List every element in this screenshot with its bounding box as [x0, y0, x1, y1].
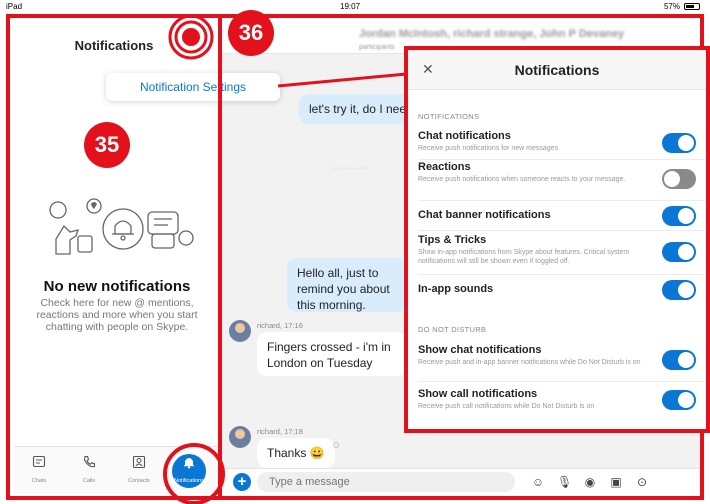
settings-title: Notifications: [514, 62, 600, 78]
message-bubble[interactable]: Hello all, just to remind you about this…: [287, 258, 407, 312]
tab-notifications-label: Notifications: [174, 478, 204, 484]
tab-contacts-label: Contacts: [128, 478, 150, 484]
setting-title: Chat banner notifications: [418, 209, 551, 221]
message-input[interactable]: [257, 472, 515, 492]
image-icon[interactable]: ▣: [609, 475, 623, 489]
settings-target-icon[interactable]: [168, 14, 214, 60]
device-label: iPad: [6, 2, 23, 11]
setting-show-call-notifications: Show call notifications Receive push cal…: [418, 388, 700, 418]
notifications-illustration-icon: [49, 198, 194, 255]
bottom-tab-bar: Chats Calls Contacts Notifications: [14, 446, 220, 494]
setting-tips-tricks: Tips & Tricks Show in-app notifications …: [418, 234, 700, 274]
setting-title: Show chat notifications: [418, 344, 542, 356]
annotation-divider: [218, 16, 222, 500]
chat-banner-toggle[interactable]: [662, 206, 696, 226]
add-button[interactable]: +: [233, 473, 251, 491]
setting-description: Show in-app notifications from Skype abo…: [418, 249, 630, 265]
avatar: [229, 426, 251, 448]
message-sender: richard, 17:18: [257, 427, 303, 436]
divider: [418, 230, 706, 231]
contacts-icon: [132, 455, 146, 469]
step-badge-35: 35: [84, 122, 130, 168]
location-icon[interactable]: ⊙: [635, 475, 649, 489]
tab-calls-label: Calls: [82, 478, 96, 484]
show-call-notifications-toggle[interactable]: [662, 390, 696, 410]
setting-title: Tips & Tricks: [418, 234, 487, 246]
message-sender: richard, 17:16: [257, 321, 303, 330]
setting-reactions: Reactions Receive push notifications whe…: [418, 161, 700, 197]
tab-contacts[interactable]: Contacts: [114, 447, 164, 495]
setting-description: Receive push notifications for new messa…: [418, 145, 559, 152]
message-bubble[interactable]: Fingers crossed - i'm in London on Tuesd…: [257, 332, 407, 376]
notification-settings-popover[interactable]: Notification Settings: [106, 73, 280, 101]
tab-calls[interactable]: Calls: [64, 447, 114, 495]
step-badge-36: 36: [228, 10, 274, 56]
add-reaction-icon[interactable]: ☺: [331, 440, 341, 451]
status-time: 19:07: [340, 2, 361, 11]
tips-tricks-toggle[interactable]: [662, 242, 696, 262]
message-bubble[interactable]: Thanks 😀: [257, 438, 335, 468]
reactions-toggle[interactable]: [662, 169, 696, 189]
phone-icon: [83, 455, 96, 468]
setting-title: Show call notifications: [418, 388, 538, 400]
setting-chat-notifications: Chat notifications Receive push notifica…: [418, 130, 700, 160]
divider: [418, 274, 706, 275]
notification-settings-panel: ✕ Notifications NOTIFICATIONS Chat notif…: [404, 46, 710, 433]
settings-header: ✕ Notifications: [408, 50, 706, 90]
setting-description: Receive push notifications when someone …: [418, 176, 626, 183]
chat-notifications-toggle[interactable]: [662, 133, 696, 153]
section-do-not-disturb: DO NOT DISTURB: [418, 325, 487, 334]
empty-state-description: Check here for new @ mentions, reactions…: [36, 297, 198, 333]
avatar: [229, 320, 251, 342]
chat-title[interactable]: Jordan McIntosh, richard strange, John P…: [359, 28, 624, 40]
setting-chat-banner: Chat banner notifications: [418, 206, 700, 231]
bell-icon: [184, 458, 194, 469]
setting-description: Receive push call notifications while Do…: [418, 403, 595, 410]
setting-description: Receive push and in-app banner notificat…: [418, 359, 641, 366]
divider: [418, 200, 706, 201]
emoji-icon[interactable]: ☺: [531, 475, 545, 489]
setting-in-app-sounds: In-app sounds: [418, 280, 700, 305]
message-composer: + ☺ 🎙 ◉ ▣ ⊙: [221, 468, 701, 494]
empty-state-title: No new notifications: [43, 278, 191, 295]
chat-icon: [32, 455, 46, 468]
in-app-sounds-toggle[interactable]: [662, 280, 696, 300]
setting-show-chat-notifications: Show chat notifications Receive push and…: [418, 344, 700, 380]
camera-icon[interactable]: ◉: [583, 475, 597, 489]
battery-icon: [684, 3, 700, 10]
divider: [418, 159, 706, 160]
show-chat-notifications-toggle[interactable]: [662, 350, 696, 370]
system-message: ······ ····· ······: [331, 166, 369, 172]
setting-title: Chat notifications: [418, 130, 511, 142]
notification-settings-link[interactable]: Notification Settings: [106, 80, 280, 94]
tab-notifications[interactable]: Notifications: [164, 447, 214, 495]
tab-chats-label: Chats: [31, 478, 47, 484]
status-bar: iPad 19:07 57%: [0, 0, 710, 14]
tab-chats[interactable]: Chats: [14, 447, 64, 495]
battery-percent: 57%: [663, 2, 680, 11]
section-notifications: NOTIFICATIONS: [418, 112, 480, 121]
setting-title: Reactions: [418, 161, 471, 173]
divider: [418, 381, 706, 382]
chat-participants: participants: [359, 44, 395, 51]
setting-title: In-app sounds: [418, 283, 494, 295]
microphone-icon[interactable]: 🎙: [557, 475, 572, 489]
